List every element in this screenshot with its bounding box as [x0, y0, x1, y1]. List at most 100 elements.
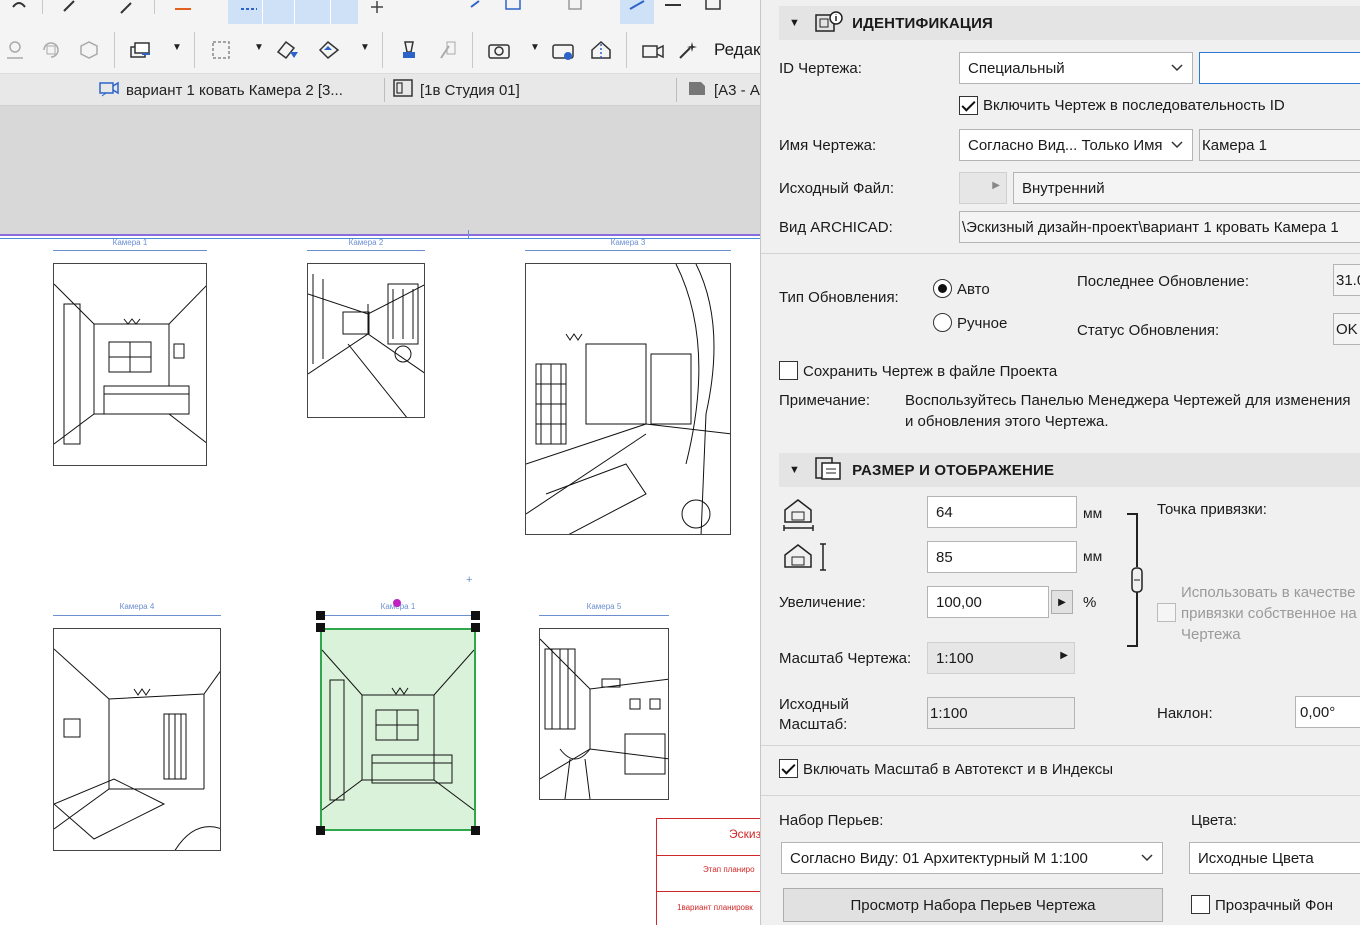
layout-canvas[interactable]: Камера 1 Камера 2 Камера 3 + Камера 4 1 … [0, 230, 760, 925]
tab-label: вариант 1 ковать Камера 2 [3... [126, 81, 343, 99]
update-auto-radio[interactable] [933, 279, 952, 298]
arrow-left-icon[interactable] [462, 0, 488, 20]
drawing-name-label: Имя Чертежа: [779, 137, 877, 154]
magic-settings-icon[interactable] [676, 37, 702, 63]
drawing-camera-1[interactable] [53, 263, 207, 466]
save-in-project-checkbox[interactable] [779, 361, 798, 380]
preview-pen-set-button[interactable]: Просмотр Набора Перьев Чертежа [783, 888, 1163, 922]
dashed-line-icon[interactable] [236, 0, 262, 20]
draw-tool-icon[interactable] [624, 0, 650, 20]
source-file-label: Исходный Файл: [779, 180, 895, 197]
section-identification[interactable]: ▼ ИДЕНТИФИКАЦИЯ [779, 6, 1360, 40]
filter-icon[interactable] [274, 37, 300, 63]
magic-wand-icon[interactable] [114, 0, 140, 20]
tab-label: [1в Студия 01] [420, 81, 520, 99]
selection-handle[interactable] [316, 826, 325, 835]
drawing-scale-select[interactable]: 1:100 ▶ [927, 642, 1075, 674]
dropdown-arrow-icon[interactable]: ▼ [254, 42, 264, 53]
camera-ghost-icon[interactable] [2, 37, 28, 63]
drawing-camera-5[interactable] [539, 628, 669, 800]
brush-icon[interactable] [396, 37, 422, 63]
collapse-arrow-icon[interactable]: ▼ [789, 464, 800, 476]
title-block: Эскиз Этап планиро 1вариант планировк [656, 818, 760, 925]
title-underline [53, 250, 207, 251]
drawing-title: Камера 3 [610, 238, 646, 247]
drawing-name-field[interactable]: Камера 1 [1199, 129, 1360, 161]
percent-sign: % [1083, 594, 1097, 611]
drawing-title: Камера 2 [348, 238, 384, 247]
drawing-camera-4[interactable] [53, 628, 221, 851]
collapse-arrow-icon[interactable]: ▼ [789, 17, 800, 29]
selection-handle[interactable] [316, 611, 325, 620]
drawing-name-mode-select[interactable]: Согласно Вид... Только Имя [959, 129, 1193, 161]
sheet-icon [686, 78, 708, 102]
original-scale-label: Исходный [779, 696, 849, 713]
drawing-id-input[interactable] [1199, 52, 1360, 84]
divider [761, 253, 1360, 254]
window-tool-icon[interactable] [700, 0, 726, 20]
update-manual-radio[interactable] [933, 313, 952, 332]
title-block-line: 1вариант планировк [677, 903, 753, 912]
use-as-anchor-label: Использовать в качестве [1181, 584, 1356, 601]
section-title: ИДЕНТИФИКАЦИЯ [852, 14, 994, 32]
video-camera-icon[interactable] [640, 37, 666, 63]
selection-handle[interactable] [471, 826, 480, 835]
tab-layout[interactable]: [1в Студия 01] [392, 74, 672, 106]
grid-icon[interactable] [170, 0, 196, 20]
rotate-ghost-icon[interactable] [38, 37, 64, 63]
drawing-camera-3[interactable] [525, 263, 731, 535]
height-icon [781, 541, 831, 577]
width-icon [781, 496, 817, 538]
width-input[interactable]: 64 [927, 496, 1077, 528]
selection-handle[interactable] [471, 623, 480, 632]
drawing-camera-2[interactable] [307, 263, 425, 418]
colors-select[interactable]: Исходные Цвета [1189, 842, 1360, 874]
tab-camera[interactable]: вариант 1 ковать Камера 2 [3... [98, 74, 378, 106]
tab-sheet[interactable]: [А3 - А [686, 74, 760, 106]
note-text: Воспользуйтесь Панелью Менеджера Чертеже… [905, 392, 1351, 409]
angle-input[interactable]: 0,00° [1295, 696, 1360, 728]
house-section-icon[interactable] [588, 37, 614, 63]
use-as-anchor-checkbox[interactable] [1157, 603, 1176, 622]
transparent-bg-checkbox[interactable] [1191, 895, 1210, 914]
link-proportions-icon[interactable] [1123, 512, 1145, 652]
title-underline [525, 250, 731, 251]
eyedropper-ghost-icon[interactable] [434, 37, 460, 63]
selection-handle[interactable] [316, 623, 325, 632]
pen-set-select[interactable]: Согласно Виду: 01 Архитектурный М 1:100 [781, 842, 1163, 874]
camera-settings-icon[interactable] [550, 37, 576, 63]
layout-area: ▼ ▼ ▼ ▼ Редак вариант 1 ковать Камера 2 … [0, 0, 760, 925]
height-input[interactable]: 85 [927, 541, 1077, 573]
layers-icon[interactable] [128, 37, 154, 63]
selection-handle[interactable] [471, 611, 480, 620]
edit-label[interactable]: Редак [714, 40, 760, 60]
plus-icon[interactable] [364, 0, 390, 20]
undo-icon[interactable] [6, 0, 32, 20]
source-file-button[interactable]: ▶ [959, 172, 1007, 204]
chevron-down-icon [1171, 64, 1183, 72]
camera-icon[interactable] [486, 37, 512, 63]
chevron-down-icon [1171, 141, 1183, 149]
drawing-camera-1-selected[interactable] [320, 628, 476, 831]
include-sequence-checkbox[interactable] [959, 96, 978, 115]
transform-icon[interactable] [316, 37, 342, 63]
box-icon[interactable] [562, 0, 588, 20]
group-icon[interactable] [208, 37, 234, 63]
cube-ghost-icon[interactable] [76, 37, 102, 63]
dropdown-arrow-icon[interactable]: ▼ [360, 42, 370, 53]
window-icon[interactable] [500, 0, 526, 20]
dropdown-arrow-icon[interactable]: ▼ [530, 42, 540, 53]
line-tool-icon[interactable] [660, 0, 686, 20]
toolbar-row-1 [0, 0, 760, 26]
section-size-display[interactable]: ▼ РАЗМЕР И ОТОБРАЖЕНИЕ [779, 453, 1360, 487]
include-scale-checkbox[interactable] [779, 759, 798, 778]
use-as-anchor-label: Чертежа [1181, 626, 1241, 643]
drawing-title: Камера 4 [119, 602, 155, 611]
original-scale-label: Масштаб: [779, 716, 848, 733]
magnification-input[interactable]: 100,00 [927, 586, 1049, 618]
hotspot-marker[interactable] [393, 599, 401, 607]
magnification-arrow-button[interactable]: ▶ [1051, 590, 1073, 614]
drawing-id-select[interactable]: Специальный [959, 52, 1193, 84]
pointer-icon[interactable] [56, 0, 82, 20]
dropdown-arrow-icon[interactable]: ▼ [172, 42, 182, 53]
